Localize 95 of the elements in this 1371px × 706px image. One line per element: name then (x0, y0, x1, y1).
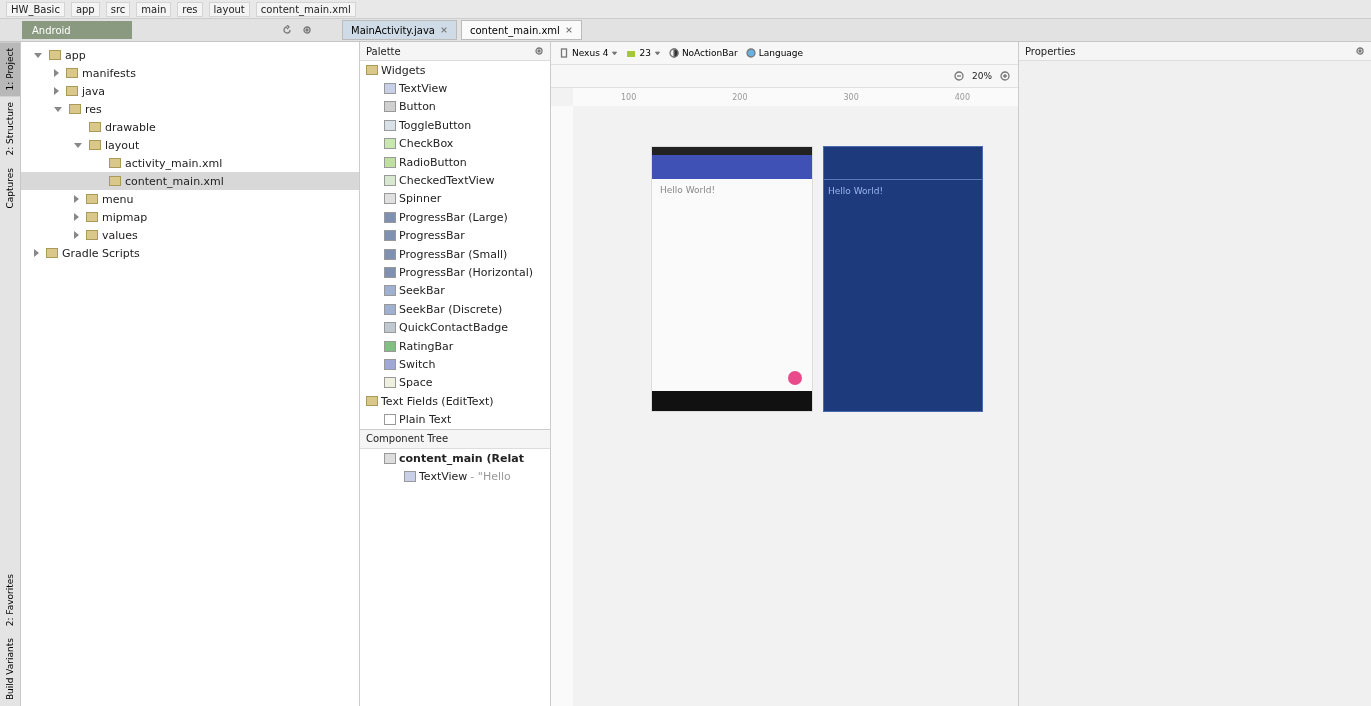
settings-icon[interactable] (534, 46, 544, 56)
tree-item[interactable]: manifests (21, 64, 359, 82)
palette-item[interactable]: ProgressBar (Large) (360, 208, 550, 227)
palette-item[interactable]: Switch (360, 355, 550, 374)
blueprint-text: Hello World! (828, 186, 884, 196)
settings-icon[interactable] (302, 25, 312, 35)
folder-icon (89, 140, 101, 150)
folder-icon (66, 86, 78, 96)
folder-icon (86, 230, 98, 240)
caret-icon (611, 49, 619, 57)
file-icon (109, 176, 121, 186)
language-dropdown[interactable]: Language (745, 48, 804, 58)
zoom-in-icon[interactable] (1000, 71, 1010, 81)
breadcrumb[interactable]: HW_Basic (6, 1, 65, 17)
collapsed-arrow-icon[interactable] (74, 195, 79, 203)
close-icon[interactable] (564, 26, 573, 34)
side-tab[interactable]: Build Variants (0, 631, 20, 706)
expanded-arrow-icon[interactable] (34, 52, 42, 58)
collapsed-arrow-icon[interactable] (74, 213, 79, 221)
preview-text: Hello World! (660, 185, 716, 195)
phone-icon (559, 48, 569, 58)
tree-item[interactable]: menu (21, 190, 359, 208)
fab-icon (788, 371, 802, 385)
close-icon[interactable] (440, 26, 448, 34)
palette-item[interactable]: ProgressBar (Small) (360, 244, 550, 264)
globe-icon (745, 48, 756, 58)
sync-icon[interactable] (282, 25, 292, 35)
side-tab[interactable]: 2: Structure (0, 96, 20, 162)
palette-item[interactable]: Space (360, 373, 550, 393)
file-icon (89, 122, 101, 132)
component-tree-item[interactable]: content_main (Relat (360, 448, 550, 468)
ruler: 100 200 300 400 (573, 88, 1018, 106)
zoom-out-icon[interactable] (954, 71, 964, 81)
collapsed-arrow-icon[interactable] (74, 231, 79, 239)
collapsed-arrow-icon[interactable] (54, 69, 59, 77)
palette-item[interactable]: Button (360, 97, 550, 117)
palette-title: Palette (366, 45, 401, 57)
tree-item[interactable]: layout (21, 136, 359, 154)
breadcrumb[interactable]: main (136, 1, 172, 17)
tree-item[interactable]: drawable (21, 118, 359, 136)
expanded-arrow-icon[interactable] (74, 142, 82, 148)
theme-icon (668, 48, 679, 58)
tree-item[interactable]: values (21, 226, 359, 244)
zoom-level: 20% (972, 71, 992, 81)
folder-icon (46, 248, 58, 258)
palette-item[interactable]: ProgressBar (360, 226, 550, 245)
component-tree-item[interactable]: TextView - "Hello (360, 467, 550, 486)
breadcrumb[interactable]: src (105, 1, 131, 17)
caret-icon (653, 49, 661, 57)
palette-item[interactable]: QuickContactBadge (360, 318, 550, 337)
expanded-arrow-icon[interactable] (54, 106, 62, 112)
palette-item[interactable]: RadioButton (360, 152, 550, 172)
breadcrumb[interactable]: res (177, 1, 203, 17)
component-tree-title: Component Tree (366, 433, 449, 445)
editor-tab[interactable]: content_main.xml (461, 20, 582, 40)
properties-title: Properties (1025, 45, 1076, 57)
collapsed-arrow-icon[interactable] (54, 87, 59, 95)
palette-item[interactable]: ProgressBar (Horizontal) (360, 263, 550, 282)
tree-item[interactable]: mipmap (21, 208, 359, 226)
tree-item[interactable]: activity_main.xml (21, 154, 359, 172)
palette-item[interactable]: CheckBox (360, 134, 550, 153)
tree-item[interactable]: java (21, 82, 359, 100)
editor-tab[interactable]: MainActivity.java (342, 20, 457, 40)
file-icon (109, 158, 121, 168)
palette-item[interactable]: RatingBar (360, 336, 550, 356)
folder-icon (86, 212, 98, 222)
palette-item[interactable]: Spinner (360, 189, 550, 209)
palette-item[interactable]: SeekBar (Discrete) (360, 300, 550, 319)
side-tab[interactable]: 2: Favorites (0, 567, 20, 632)
side-tab[interactable]: 1: Project (0, 42, 20, 97)
text-hint: - "Hello (470, 469, 511, 483)
folder-icon (66, 68, 78, 78)
tree-item[interactable]: Gradle Scripts (21, 244, 359, 262)
breadcrumb[interactable]: app (70, 1, 100, 17)
tree-item[interactable]: app (21, 46, 359, 64)
folder-icon (69, 104, 81, 114)
palette-item[interactable]: CheckedTextView (360, 171, 550, 190)
palette-item[interactable]: ToggleButton (360, 116, 550, 135)
theme-dropdown[interactable]: NoActionBar (668, 48, 738, 58)
breadcrumb[interactable]: content_main.xml (255, 1, 356, 17)
device-dropdown[interactable]: Nexus 4 (559, 48, 619, 58)
settings-icon[interactable] (1355, 46, 1365, 56)
breadcrumb[interactable]: layout (208, 1, 250, 17)
api-dropdown[interactable]: 23 (626, 48, 661, 58)
palette-group[interactable]: Text Fields (EditText) (360, 392, 550, 411)
palette-item[interactable]: Plain Text (360, 410, 550, 429)
palette-item[interactable]: TextView (360, 79, 550, 98)
palette-item[interactable]: SeekBar (360, 281, 550, 301)
palette-group[interactable]: Widgets (360, 61, 550, 80)
tree-item[interactable]: res (21, 100, 359, 118)
collapsed-arrow-icon[interactable] (34, 249, 39, 257)
folder-icon (49, 50, 61, 60)
tree-item[interactable]: content_main.xml (21, 172, 359, 190)
folder-icon (86, 194, 98, 204)
side-tab[interactable]: Captures (0, 161, 20, 215)
